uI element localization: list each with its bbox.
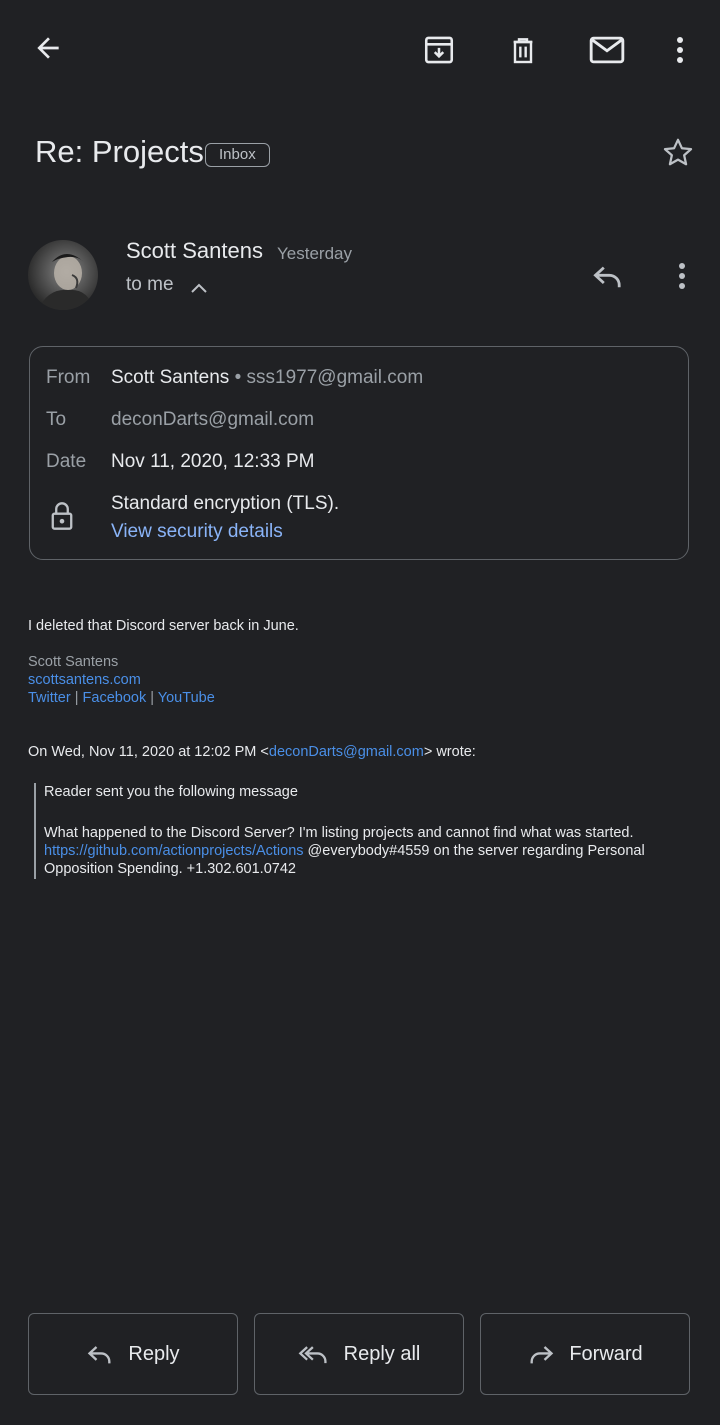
- quote-line-4: Opposition Spending. +1.302.601.0742: [44, 861, 296, 877]
- trash-icon: [513, 38, 533, 64]
- mail-icon: [589, 36, 625, 64]
- more-vert-icon: [679, 263, 685, 289]
- more-vert-icon: [677, 37, 683, 63]
- to-label: To: [46, 409, 67, 430]
- star-button[interactable]: [656, 132, 700, 174]
- quote-header-prefix: On Wed, Nov 11, 2020 at 12:02 PM <: [28, 744, 269, 760]
- signature-social-links: Twitter | Facebook | YouTube: [28, 690, 215, 706]
- from-value: Scott Santens • sss1977@gmail.com: [111, 367, 423, 389]
- message-details-card: From Scott Santens • sss1977@gmail.com T…: [29, 346, 689, 560]
- to-value: deconDarts@gmail.com: [111, 409, 315, 430]
- forward-label: Forward: [569, 1342, 643, 1365]
- quote-line-1: Reader sent you the following message: [44, 784, 298, 800]
- reply-icon: [593, 266, 621, 288]
- signature-website-link[interactable]: scottsantens.com: [28, 672, 141, 688]
- archive-icon: [424, 36, 454, 64]
- quote-header-suffix: > wrote:: [423, 744, 476, 760]
- quote-line-3: https://github.com/actionprojects/Action…: [44, 843, 645, 859]
- email-subject: Re: Projects: [35, 134, 204, 169]
- arrow-left-icon: [37, 37, 59, 59]
- from-name: Scott Santens: [111, 367, 230, 388]
- chevron-up-icon: [190, 282, 208, 294]
- reply-label: Reply: [128, 1342, 180, 1365]
- reply-all-icon: [298, 1346, 327, 1364]
- date-label: Date: [46, 451, 87, 472]
- delete-button[interactable]: [498, 26, 548, 74]
- link-separator: |: [70, 690, 83, 706]
- quote-header: On Wed, Nov 11, 2020 at 12:02 PM <deconD…: [28, 744, 476, 760]
- quote-line-2: What happened to the Discord Server? I'm…: [44, 825, 634, 841]
- sender-avatar[interactable]: [28, 240, 98, 310]
- message-more-button[interactable]: [662, 254, 702, 298]
- sender-name: Scott Santens: [126, 238, 263, 263]
- back-button[interactable]: [24, 26, 72, 70]
- reply-all-button[interactable]: Reply all: [254, 1313, 464, 1395]
- signature-name: Scott Santens: [28, 654, 119, 670]
- facebook-link[interactable]: Facebook: [83, 690, 147, 706]
- star-outline-icon: [663, 138, 693, 166]
- reply-icon: [88, 1346, 111, 1364]
- more-options-button[interactable]: [660, 26, 700, 74]
- view-security-details-link[interactable]: View security details: [111, 521, 283, 543]
- from-label: From: [46, 367, 91, 388]
- quote-line-3-text: @everybody#4559 on the server regarding …: [303, 843, 645, 859]
- from-email: sss1977@gmail.com: [246, 367, 424, 388]
- recipient-summary: to me: [126, 274, 174, 295]
- link-separator: |: [146, 690, 158, 706]
- lock-icon: [50, 501, 74, 531]
- reply-all-label: Reply all: [343, 1342, 421, 1365]
- forward-button[interactable]: Forward: [480, 1313, 690, 1395]
- github-link[interactable]: https://github.com/actionprojects/Action…: [44, 843, 304, 859]
- message-body-line: I deleted that Discord server back in Ju…: [28, 618, 299, 634]
- youtube-link[interactable]: YouTube: [158, 690, 215, 706]
- inbox-label-badge[interactable]: Inbox: [205, 143, 270, 167]
- quote-divider: [34, 783, 36, 879]
- from-separator: •: [229, 367, 247, 388]
- reply-quick-button[interactable]: [584, 254, 632, 298]
- archive-button[interactable]: [414, 26, 464, 74]
- date-value: Nov 11, 2020, 12:33 PM: [111, 451, 315, 472]
- encryption-text: Standard encryption (TLS).: [111, 493, 340, 514]
- quote-header-email-link[interactable]: deconDarts@gmail.com: [269, 744, 424, 760]
- reply-button[interactable]: Reply: [28, 1313, 238, 1395]
- twitter-link[interactable]: Twitter: [28, 690, 71, 706]
- forward-icon: [530, 1346, 554, 1364]
- message-time: Yesterday: [277, 244, 352, 263]
- mark-unread-button[interactable]: [582, 26, 632, 74]
